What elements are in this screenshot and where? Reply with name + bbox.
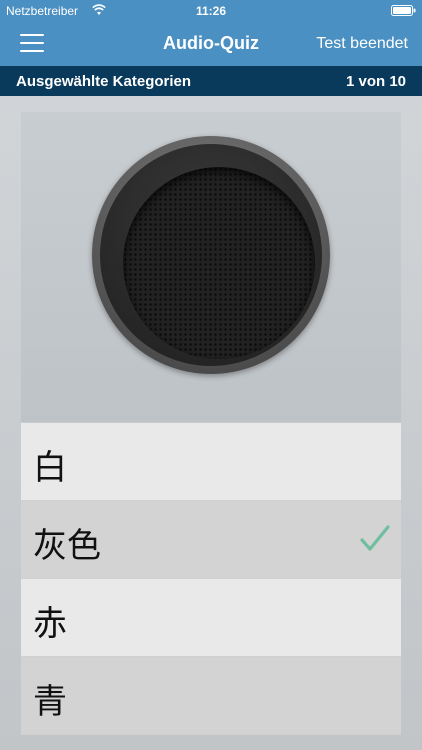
selected-categories-label: Ausgewählte Kategorien	[16, 73, 192, 90]
answer-label: 赤	[33, 604, 67, 644]
answer-label: 灰色	[33, 526, 101, 566]
speaker-icon[interactable]	[92, 136, 330, 374]
end-test-button[interactable]: Test beendet	[316, 35, 408, 53]
hamburger-menu-icon[interactable]	[20, 34, 44, 54]
status-bar: Netzbetreiber 11:26	[0, 0, 422, 22]
battery-icon	[391, 5, 416, 16]
answer-option-3[interactable]: 赤	[21, 579, 401, 657]
answer-option-4[interactable]: 青	[21, 657, 401, 735]
answer-label: 青	[33, 682, 67, 722]
answer-option-2[interactable]: 灰色	[21, 501, 401, 579]
answer-list: 白 灰色 赤 青	[21, 423, 401, 735]
category-bar: Ausgewählte Kategorien 1 von 10	[0, 66, 422, 96]
answer-label: 白	[33, 448, 67, 488]
clock: 11:26	[195, 4, 227, 18]
speaker-grill	[123, 167, 315, 359]
answer-option-1[interactable]: 白	[21, 423, 401, 501]
checkmark-icon	[360, 525, 390, 551]
question-progress: 1 von 10	[345, 73, 406, 90]
navigation-bar: Audio-Quiz Test beendet	[0, 22, 422, 66]
audio-panel	[21, 112, 401, 422]
speaker-ring	[100, 144, 322, 366]
